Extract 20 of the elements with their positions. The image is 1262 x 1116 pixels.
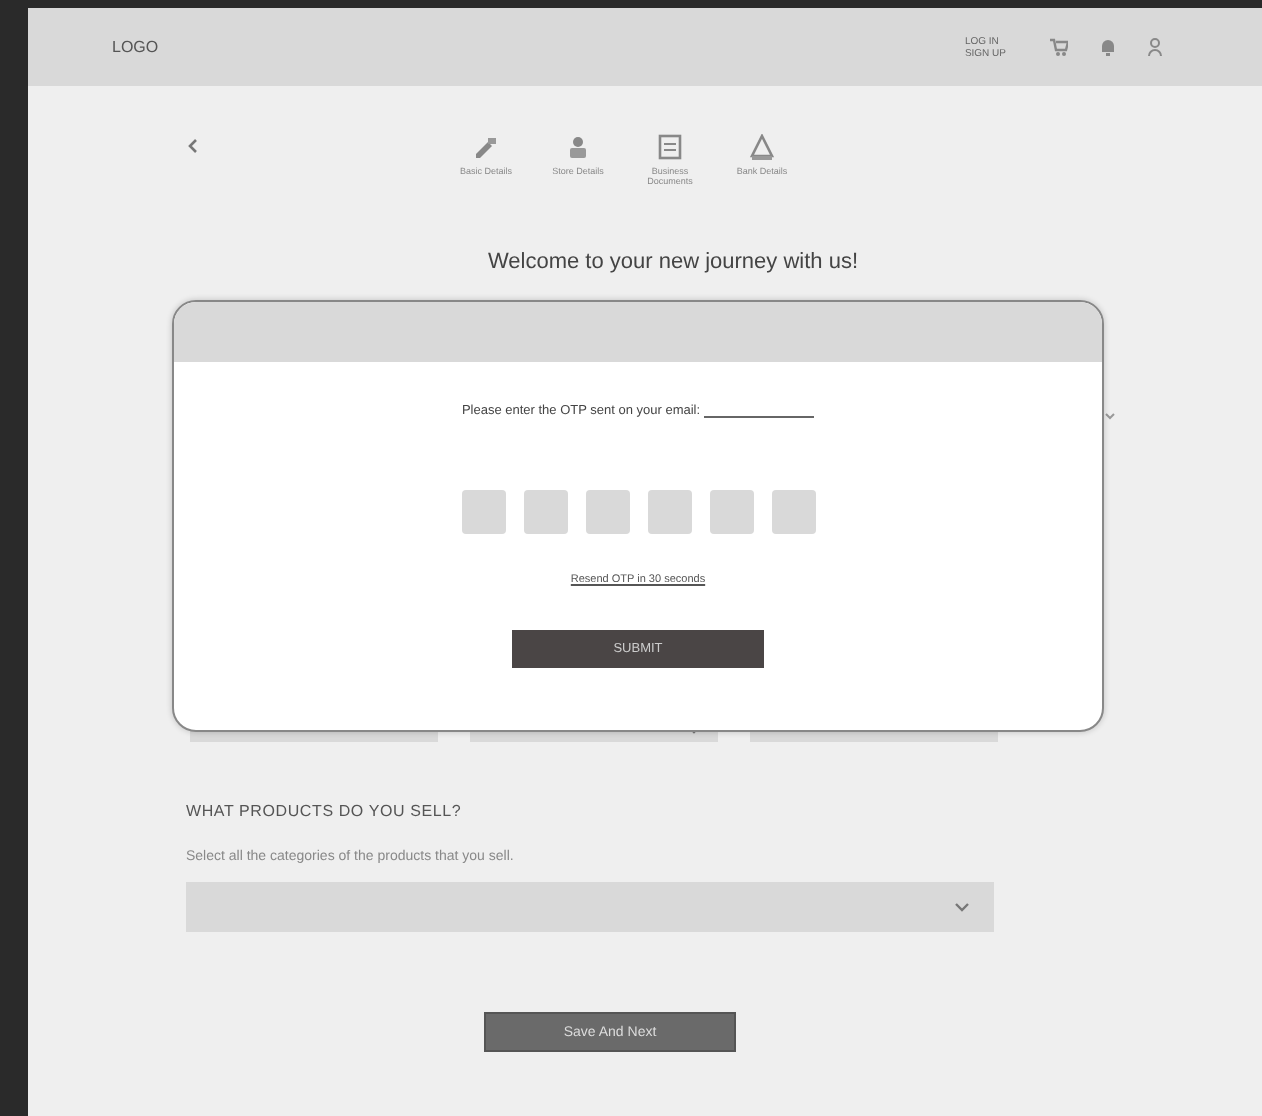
otp-digit-field[interactable] [647, 490, 691, 534]
otp-digit-field[interactable] [709, 490, 753, 534]
step-icon [656, 134, 684, 162]
cart-icon[interactable] [1050, 38, 1068, 56]
bell-icon[interactable] [1100, 38, 1116, 56]
section-heading: WHAT PRODUCTS DO YOU SELL? [186, 802, 464, 820]
dropdown-field[interactable] [186, 882, 994, 932]
logo: LOGO [112, 38, 159, 56]
otp-digit-field[interactable] [771, 490, 815, 534]
user-icon[interactable] [1148, 38, 1162, 56]
step-icon [472, 134, 500, 162]
otp-digit-field[interactable] [523, 490, 567, 534]
chevron-down-icon [1104, 412, 1116, 420]
back-icon[interactable] [186, 138, 202, 154]
step-icon [748, 134, 776, 162]
step-icon [564, 134, 592, 162]
otp-digit-field[interactable] [585, 490, 629, 534]
otp-digit-field[interactable] [461, 490, 505, 534]
chevron-down-icon [954, 902, 970, 912]
page-title: Welcome to your new journey with us! [487, 250, 859, 274]
